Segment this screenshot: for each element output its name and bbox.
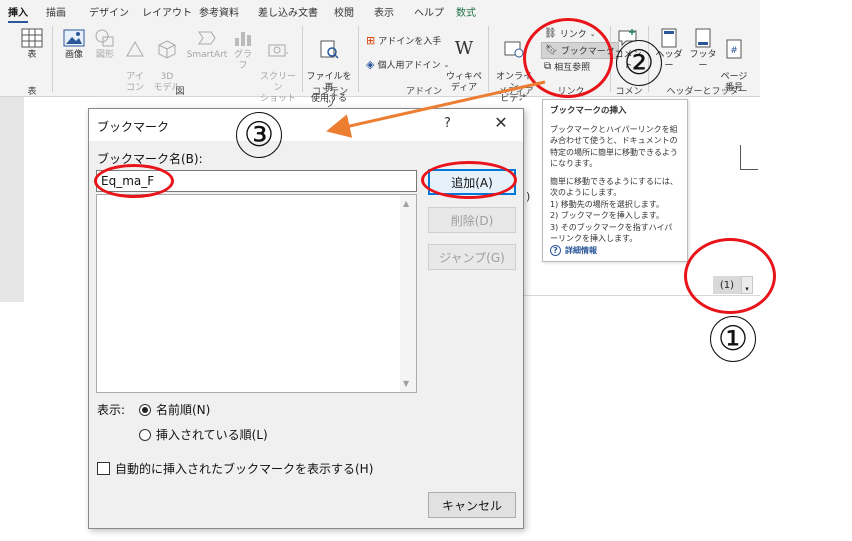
annotation-arrow — [326, 80, 546, 138]
